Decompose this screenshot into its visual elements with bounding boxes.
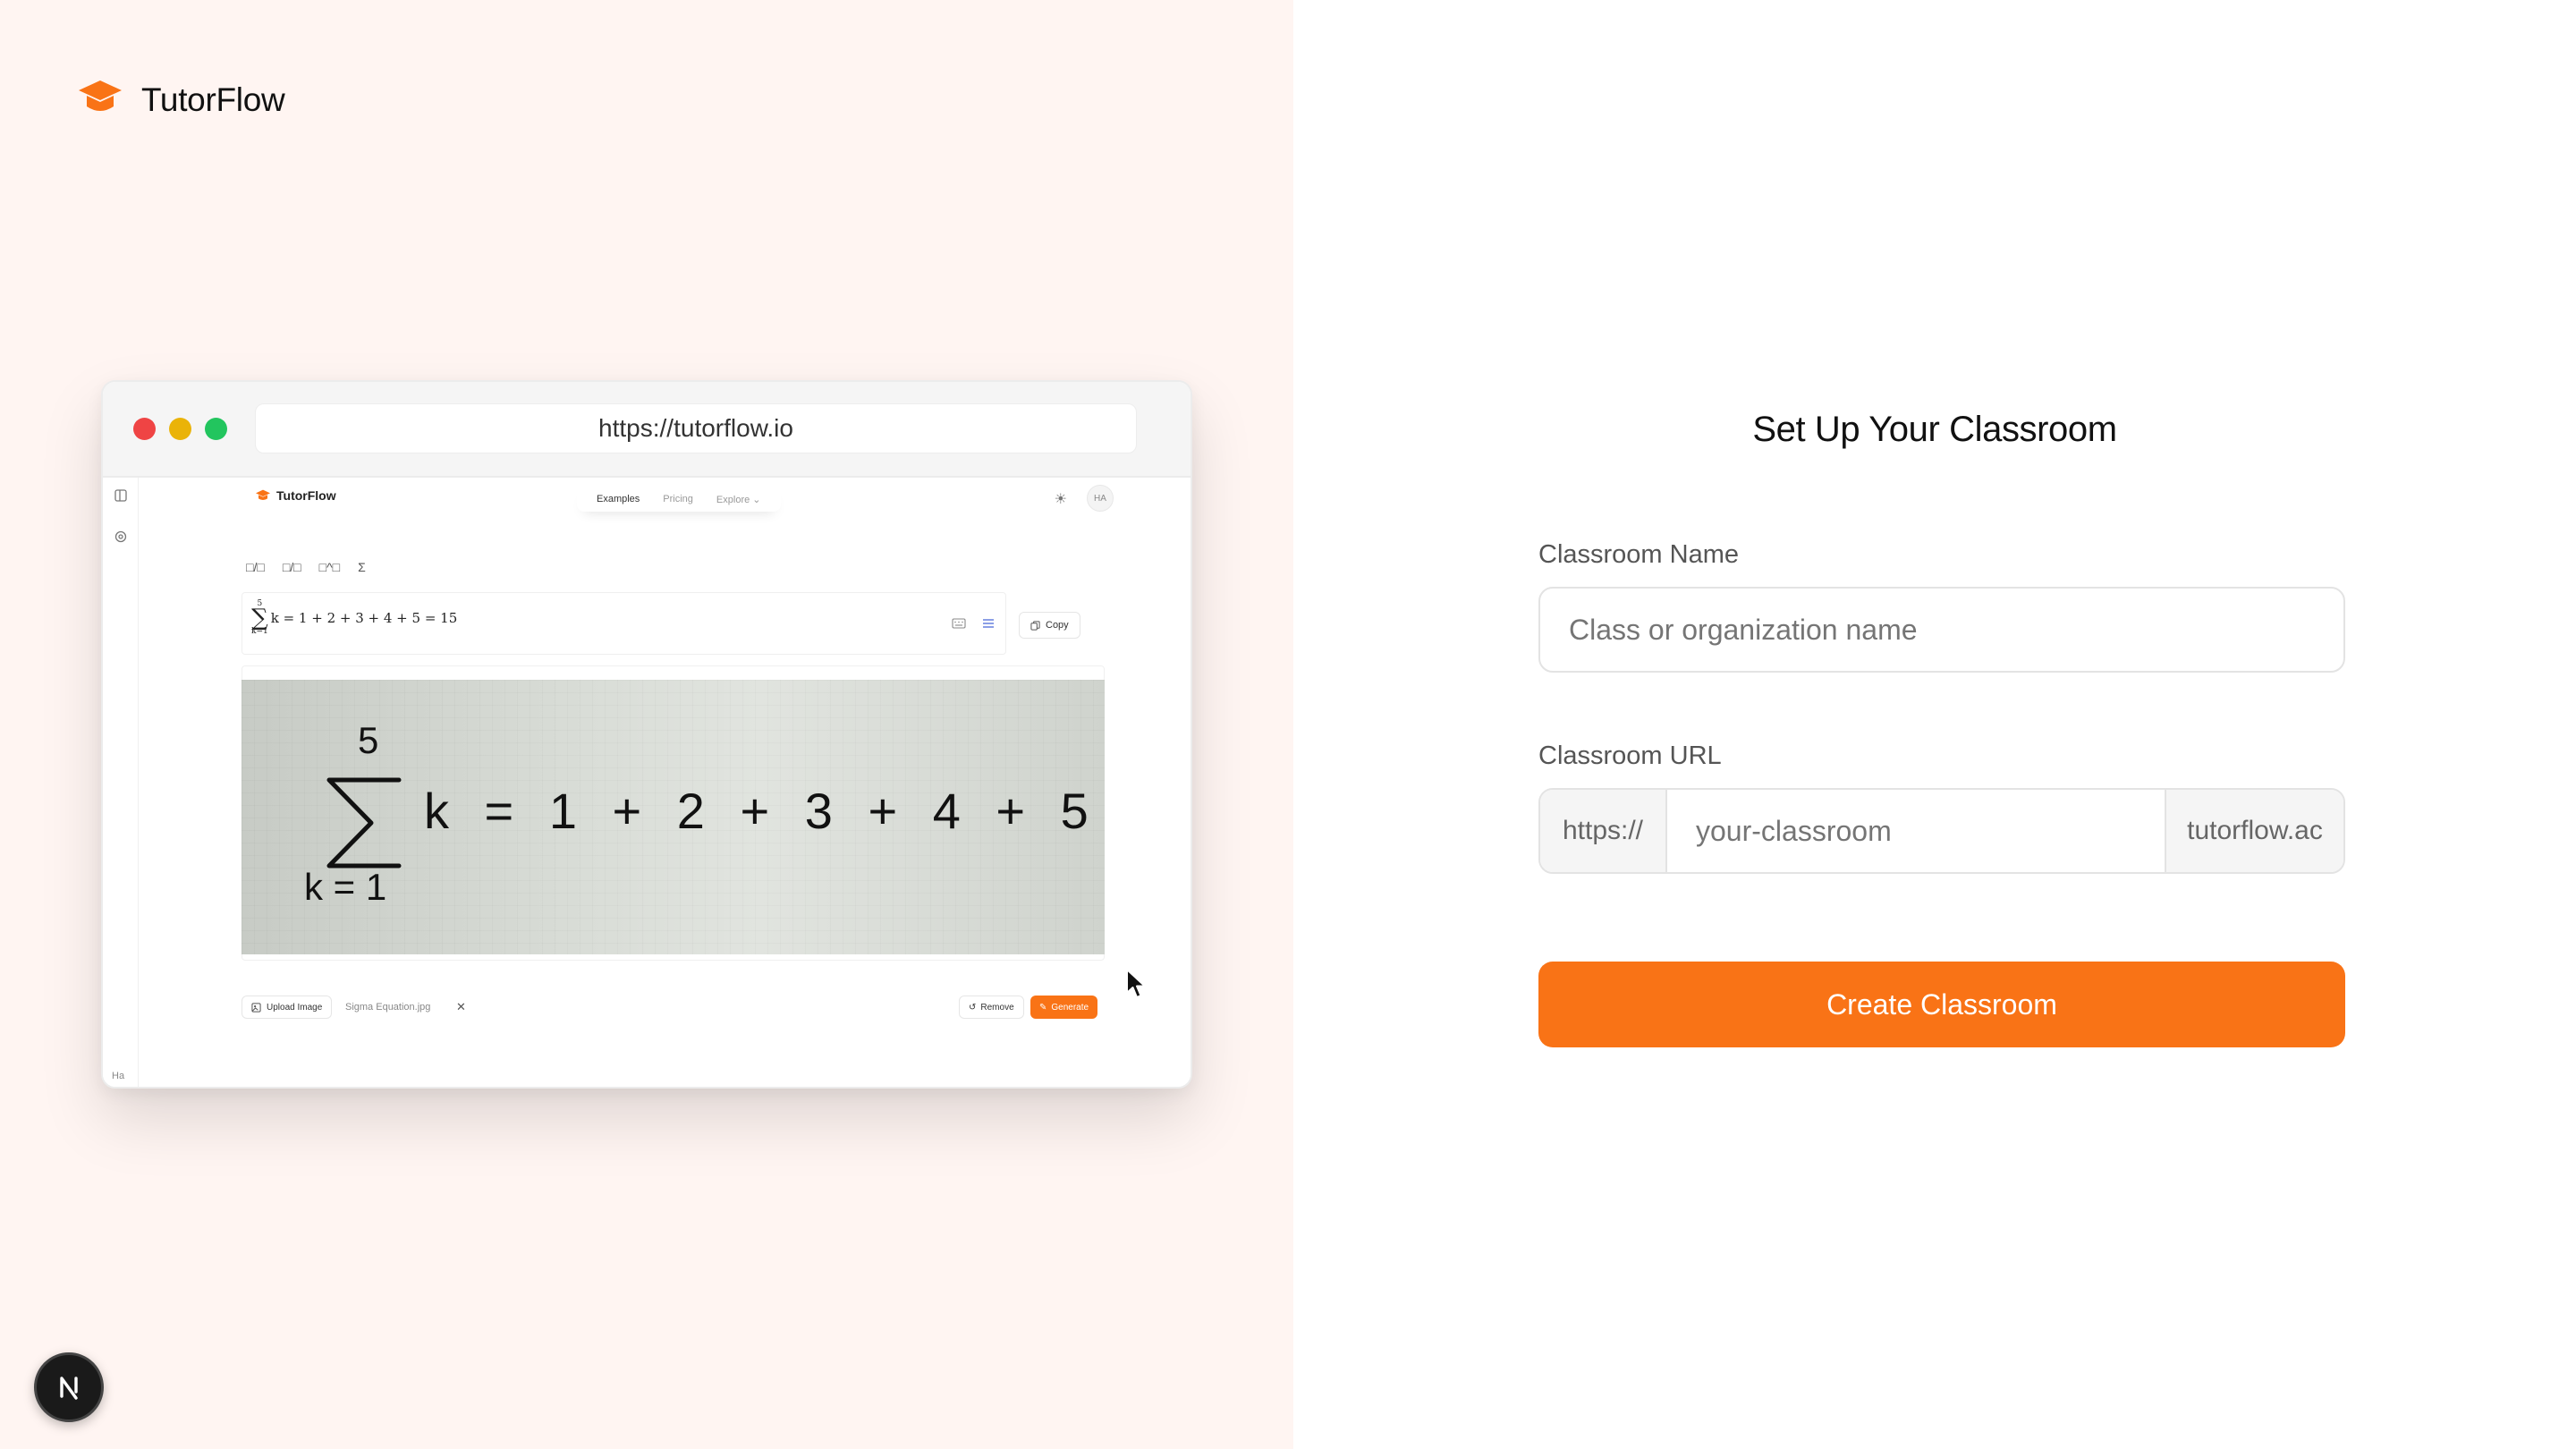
image-icon xyxy=(251,1002,261,1013)
preview-symbol-toolbar: □/□ □/□ □^□ Σ xyxy=(246,560,366,574)
mouse-pointer-icon xyxy=(1126,969,1146,998)
url-suffix: tutorflow.ac xyxy=(2165,790,2343,872)
graduation-cap-icon xyxy=(77,79,123,121)
slash-fraction-symbol: □/□ xyxy=(282,560,301,574)
exponent-symbol: □^□ xyxy=(318,560,341,574)
handwriting-lower-limit: k = 1 xyxy=(304,866,386,908)
preview-copy-button: Copy xyxy=(1019,612,1080,639)
sigma-symbol: Σ xyxy=(358,560,366,574)
preview-file-name: Sigma Equation.jpg xyxy=(345,1002,431,1013)
preview-sigma-block: 5 ∑ k=1 xyxy=(251,599,268,636)
search-icon xyxy=(114,530,127,543)
preview-remove-button: ↺ Remove xyxy=(959,996,1024,1019)
next-logo-icon xyxy=(60,1377,78,1400)
brand-logo[interactable]: TutorFlow xyxy=(77,79,285,121)
left-panel: TutorFlow https://tutorflow.io Ha TutorF… xyxy=(0,0,1293,1449)
keyboard-icon xyxy=(952,618,966,629)
preview-app-screenshot: Ha TutorFlow Examples Pricing Explore ⌄ … xyxy=(103,478,1191,1087)
undo-icon: ↺ xyxy=(969,1002,977,1013)
copy-icon xyxy=(1030,620,1040,631)
maximize-dot-icon xyxy=(205,418,227,440)
preview-latex-output: 5 ∑ k=1 k = 1 + 2 + 3 + 4 + 5 = 15 xyxy=(242,592,1006,655)
preview-avatar: HA xyxy=(1087,485,1114,512)
preview-titlebar: https://tutorflow.io xyxy=(103,382,1191,478)
preview-brand: TutorFlow xyxy=(255,488,336,503)
preview-navbar: TutorFlow Examples Pricing Explore ⌄ ☀ H… xyxy=(139,478,1191,521)
classroom-url-label: Classroom URL xyxy=(1538,741,1722,770)
preview-upload-actions: Upload Image Sigma Equation.jpg ✕ ↺ Remo… xyxy=(242,993,1105,1025)
graduation-cap-icon xyxy=(256,489,270,500)
preview-brand-name: TutorFlow xyxy=(276,488,336,503)
preview-rendered-equation: 5 ∑ k=1 k = 1 + 2 + 3 + 4 + 5 = 15 xyxy=(251,600,457,636)
brand-name: TutorFlow xyxy=(141,80,285,118)
sun-icon: ☀ xyxy=(1054,492,1067,507)
sidebar-toggle-icon xyxy=(114,489,127,502)
preview-nav-examples: Examples xyxy=(597,494,640,504)
classroom-name-label: Classroom Name xyxy=(1538,540,1739,569)
preview-sidebar: Ha xyxy=(103,478,139,1087)
wand-icon: ✎ xyxy=(1039,1002,1047,1013)
classroom-url-field: https:// tutorflow.ac xyxy=(1538,788,2345,874)
preview-generate-button: ✎ Generate xyxy=(1030,996,1098,1019)
handwriting-expression: k = 1 + 2 + 3 + 4 + 5 = 15 xyxy=(424,783,1105,839)
preview-nav-links: Examples Pricing Explore ⌄ xyxy=(577,487,781,512)
page-title: Set Up Your Classroom xyxy=(1752,410,2117,449)
url-prefix: https:// xyxy=(1540,790,1667,872)
next-dev-badge[interactable] xyxy=(34,1352,104,1422)
preview-nav-pricing: Pricing xyxy=(663,494,693,504)
classroom-setup-panel: Set Up Your Classroom Classroom Name Cla… xyxy=(1293,0,2576,1449)
preview-equation-text: k = 1 + 2 + 3 + 4 + 5 = 15 xyxy=(270,610,458,626)
create-classroom-button[interactable]: Create Classroom xyxy=(1538,962,2345,1047)
classroom-name-input[interactable] xyxy=(1538,587,2345,673)
minimize-dot-icon xyxy=(169,418,191,440)
handwritten-equation-image: 5 k = 1 + 2 + 3 + 4 + 5 = 15 k = 1 xyxy=(242,680,1105,954)
close-icon: ✕ xyxy=(456,1000,466,1013)
fraction-symbol: □/□ xyxy=(246,560,265,574)
handwriting-upper-limit: 5 xyxy=(358,719,378,761)
preview-user-initials: Ha xyxy=(112,1071,125,1081)
product-preview-window: https://tutorflow.io Ha TutorFlow Exampl… xyxy=(101,380,1192,1089)
handwriting-sigma xyxy=(326,777,402,869)
preview-url-bar: https://tutorflow.io xyxy=(255,403,1137,453)
preview-latex-icons xyxy=(952,618,995,629)
close-dot-icon xyxy=(133,418,156,440)
preview-upload-button: Upload Image xyxy=(242,996,333,1019)
preview-nav-explore: Explore ⌄ xyxy=(716,494,761,505)
classroom-url-input[interactable] xyxy=(1667,790,2165,872)
menu-lines-icon xyxy=(983,619,994,628)
